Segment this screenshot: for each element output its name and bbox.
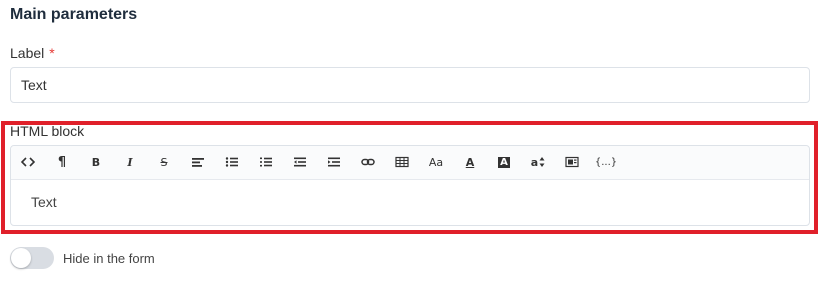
strikethrough-icon: S [160,155,168,169]
align-button[interactable] [187,152,209,172]
indent-icon [328,157,340,167]
line-height-letter: a [530,155,539,169]
line-height-button[interactable]: a [527,152,549,172]
font-color-button[interactable]: A [459,152,481,172]
highlight-color-button[interactable]: A [493,152,515,172]
link-icon [361,158,375,166]
bold-icon: B [91,155,101,169]
label-field-label: Label * [10,45,55,61]
indent-button[interactable] [323,152,345,172]
numbered-list-icon [260,157,272,167]
italic-button[interactable]: I [119,152,141,172]
hide-in-form-label: Hide in the form [63,251,155,266]
link-button[interactable] [357,152,379,172]
label-field-label-text: Label [10,45,45,61]
code-view-icon [21,157,35,167]
font-size-icon: Aa [428,155,444,169]
italic-icon: I [127,155,133,169]
label-input[interactable] [10,67,810,103]
image-button[interactable] [561,152,583,172]
font-color-icon: A [465,155,475,169]
html-editor: ¶ B I S Aa A A a {...} Text [10,145,810,226]
toggle-knob [11,248,31,268]
font-size-button[interactable]: Aa [425,152,447,172]
strikethrough-button[interactable]: S [153,152,175,172]
code-view-button[interactable] [17,152,39,172]
align-left-icon [192,158,204,167]
table-button[interactable] [391,152,413,172]
hide-in-form-toggle[interactable] [10,247,54,269]
line-height-icon [539,157,545,167]
outdent-button[interactable] [289,152,311,172]
bold-button[interactable]: B [85,152,107,172]
outdent-icon [294,157,306,167]
variables-icon: {...} [594,156,618,168]
bullet-list-icon [225,157,238,167]
variables-button[interactable]: {...} [595,152,617,172]
highlight-color-icon: A [498,156,510,168]
table-icon [395,156,409,168]
image-icon [565,156,579,168]
section-title: Main parameters [10,6,138,23]
paragraph-icon: ¶ [57,154,67,170]
paragraph-button[interactable]: ¶ [51,152,73,172]
numbered-list-button[interactable] [255,152,277,172]
bullet-list-button[interactable] [221,152,243,172]
editor-content[interactable]: Text [11,180,809,210]
editor-toolbar: ¶ B I S Aa A A a {...} [11,146,809,180]
html-block-label: HTML block [10,123,85,139]
required-mark: * [49,45,55,61]
